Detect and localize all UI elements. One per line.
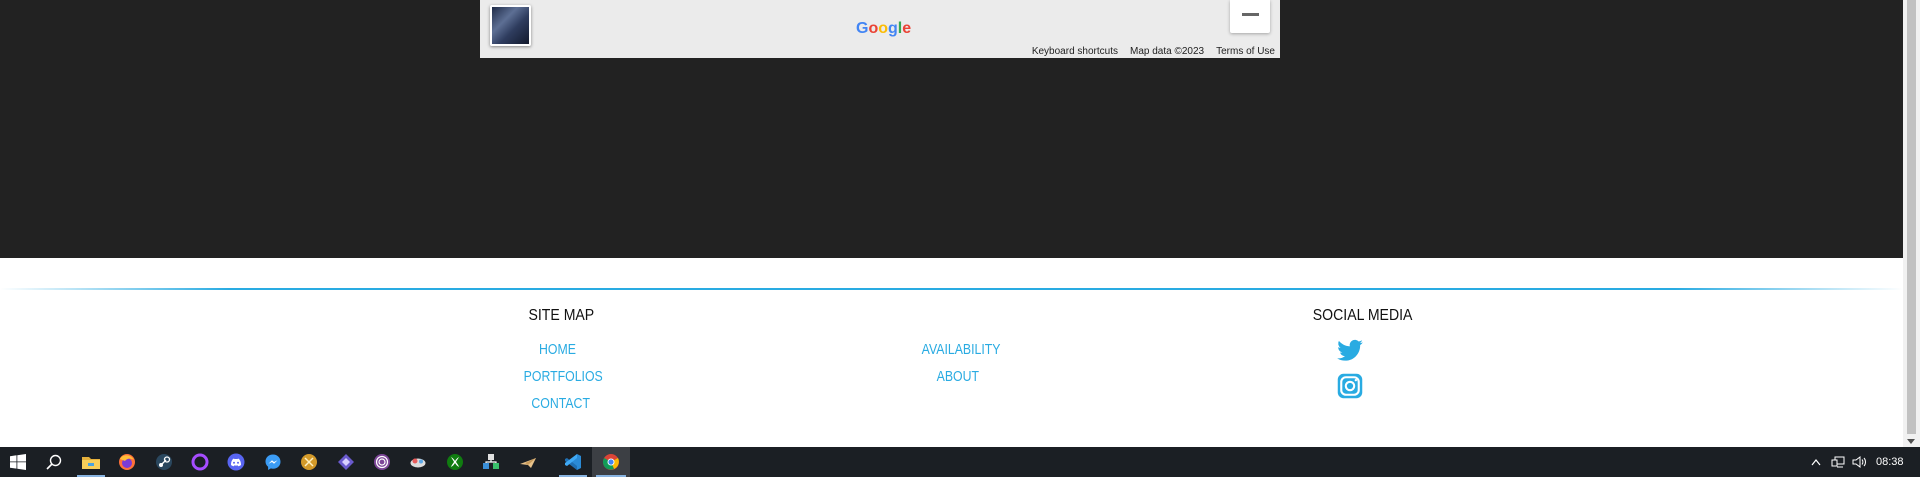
google-logo-letter: o xyxy=(878,20,889,37)
start-icon xyxy=(10,454,26,470)
paper-plane-app-icon xyxy=(520,458,536,468)
terms-of-use-link[interactable]: Terms of Use xyxy=(1216,46,1275,57)
taskbar-search-button[interactable] xyxy=(36,447,72,477)
messenger-icon xyxy=(265,454,281,470)
windows-taskbar: 08:38 xyxy=(0,447,1920,477)
google-logo-letter: g xyxy=(888,20,898,37)
taskbar-tor-browser[interactable] xyxy=(364,447,400,477)
footer-link-availability[interactable]: AVAILABILITY xyxy=(922,341,1001,358)
cloud-game-icon xyxy=(410,458,426,468)
footer-link-about[interactable]: ABOUT xyxy=(937,368,979,385)
xbox-icon xyxy=(447,454,463,470)
instagram-icon[interactable] xyxy=(1336,372,1364,400)
map-data-label: Map data ©2023 xyxy=(1130,45,1205,57)
taskbar-circle-app[interactable] xyxy=(182,447,218,477)
dark-content-section: Google Keyboard shortcuts Map data ©2023… xyxy=(0,0,1903,258)
taskbar-diamond-app[interactable] xyxy=(328,447,364,477)
keyboard-shortcuts-link[interactable]: Keyboard shortcuts xyxy=(1032,46,1118,57)
footer-divider xyxy=(0,288,1903,290)
chrome-icon xyxy=(602,454,619,470)
ball-app-icon xyxy=(301,454,317,470)
google-map-embed[interactable]: Google Keyboard shortcuts Map data ©2023… xyxy=(480,0,1280,58)
tray-volume-button[interactable] xyxy=(1850,447,1870,477)
footer-link-portfolios[interactable]: PORTFOLIOS xyxy=(524,368,603,385)
twitter-icon[interactable] xyxy=(1336,337,1364,365)
taskbar-steam[interactable] xyxy=(146,447,182,477)
taskbar-clock[interactable]: 08:38 xyxy=(1876,456,1904,468)
taskbar-messenger[interactable] xyxy=(255,447,291,477)
scroll-down-arrow-icon[interactable] xyxy=(1907,439,1915,444)
google-logo-letter: o xyxy=(868,20,879,37)
google-logo: Google xyxy=(856,20,911,38)
tray-network-button[interactable] xyxy=(1828,447,1848,477)
start-button[interactable] xyxy=(0,447,36,477)
circle-app-icon xyxy=(191,453,209,471)
steam-icon xyxy=(156,454,172,470)
vscode-icon xyxy=(565,454,581,470)
map-satellite-toggle[interactable] xyxy=(490,5,531,46)
taskbar-file-explorer[interactable] xyxy=(73,447,109,477)
footer-link-home[interactable]: HOME xyxy=(539,341,576,358)
taskbar-firefox[interactable] xyxy=(109,447,145,477)
google-logo-letter: e xyxy=(902,20,912,37)
taskbar-discord[interactable] xyxy=(218,447,254,477)
diamond-app-icon xyxy=(338,454,354,470)
firefox-icon xyxy=(119,454,135,470)
discord-icon xyxy=(227,453,245,471)
taskbar-chrome[interactable] xyxy=(592,447,630,477)
taskbar-ball-app[interactable] xyxy=(291,447,327,477)
tor-browser-icon xyxy=(374,454,390,470)
map-attribution: Keyboard shortcuts Map data ©2023 Terms … xyxy=(1032,44,1275,58)
site-map-title: SITE MAP xyxy=(528,307,595,324)
zoom-out-button[interactable] xyxy=(1230,0,1270,33)
google-logo-letter: G xyxy=(856,20,869,37)
tray-show-hidden-button[interactable] xyxy=(1806,447,1826,477)
taskbar-network-tool[interactable] xyxy=(473,447,509,477)
footer-link-contact[interactable]: CONTACT xyxy=(531,395,590,412)
taskbar-vscode[interactable] xyxy=(555,447,591,477)
chevron-up-icon xyxy=(1811,459,1821,466)
network-tool-icon xyxy=(483,454,499,469)
page-scrollbar[interactable] xyxy=(1903,0,1920,447)
taskbar-paper-plane-app[interactable] xyxy=(510,447,546,477)
search-icon xyxy=(46,454,62,470)
file-explorer-icon xyxy=(82,457,100,469)
taskbar-xbox[interactable] xyxy=(437,447,473,477)
volume-icon xyxy=(1852,456,1866,468)
taskbar-cloud-game[interactable] xyxy=(400,447,436,477)
network-icon xyxy=(1831,456,1845,468)
scrollbar-thumb[interactable] xyxy=(1907,0,1916,434)
social-media-title: SOCIAL MEDIA xyxy=(1312,307,1413,324)
